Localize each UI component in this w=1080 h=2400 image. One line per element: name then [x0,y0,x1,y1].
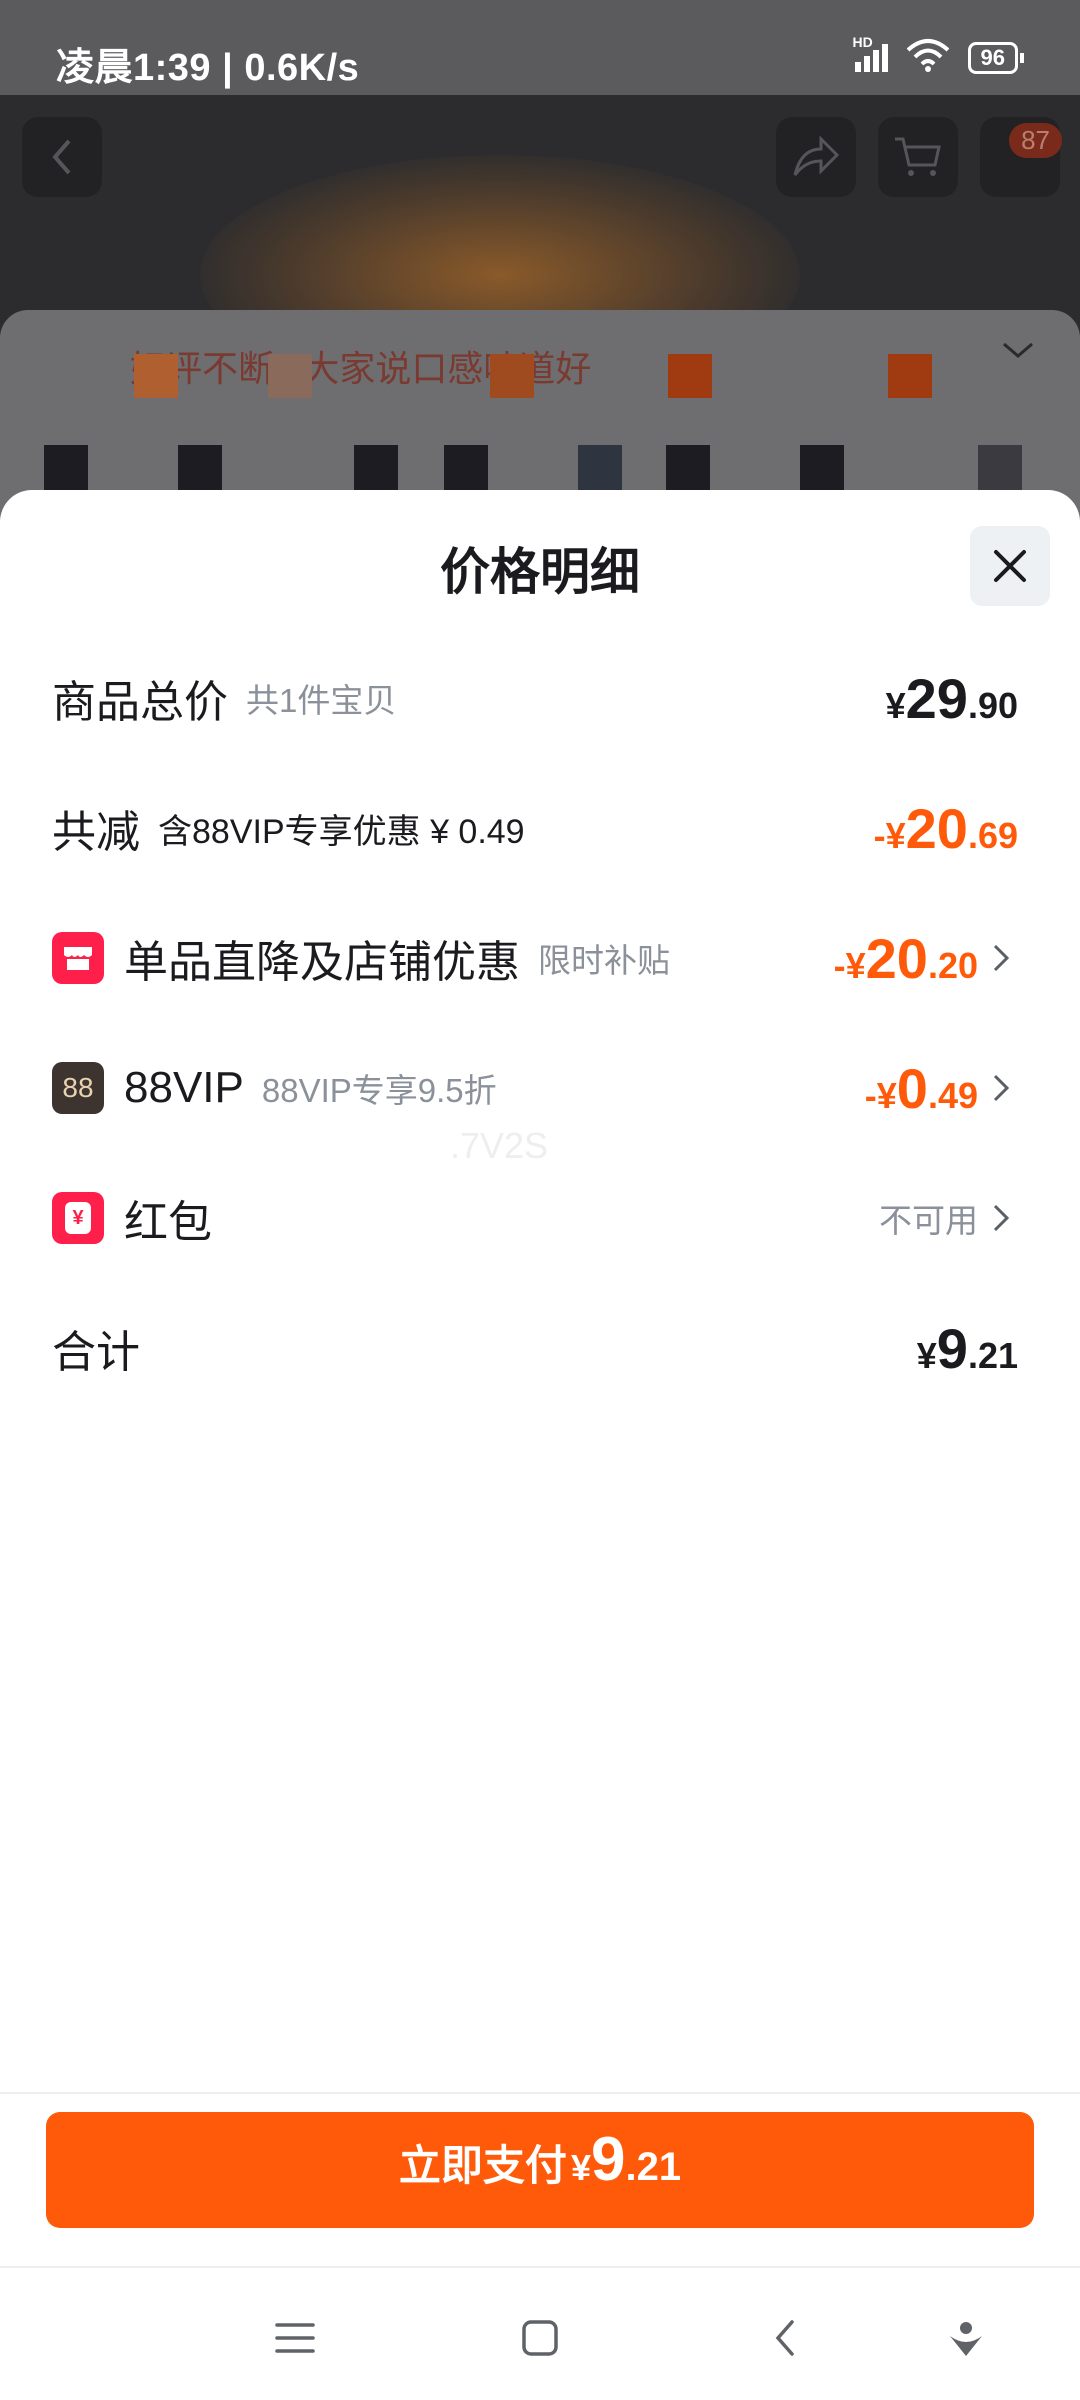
review-chip [668,354,712,398]
row-label: 商品总价 [52,678,228,727]
row-total-price: 商品总价 共1件宝贝 ¥ 29 .90 [52,658,1018,738]
pay-currency: ¥ [570,2147,591,2188]
system-nav-bar [0,2268,1080,2400]
review-swatch [578,445,622,495]
amount-dec: .90 [967,684,1018,726]
amount-currency: ¥ [885,684,906,726]
sheet-title: 价格明细 [440,544,640,600]
chevron-down-icon [1000,340,1036,365]
divider [0,2092,1080,2094]
chevron-right-icon [992,938,1018,978]
amount-currency: ¥ [916,1334,937,1376]
amount-currency: -¥ [864,1074,897,1116]
watermark-text: .7V2S [450,1125,549,1166]
store-discount-amount: -¥ 20 .20 [834,926,978,991]
back-icon[interactable] [755,2308,815,2368]
amount-currency: -¥ [873,814,906,856]
red-packet-icon: ¥ [52,1192,104,1244]
cart-badge: 87 [1009,123,1062,158]
network-label: HD [852,33,873,50]
pay-button-label: 立即支付 [398,2142,567,2189]
row-label: 红包 [124,1198,212,1247]
review-chip [268,354,312,398]
amount-int: 0 [896,1056,928,1120]
status-separator: | [222,47,245,89]
amount-int: 29 [905,666,968,730]
row-sub: 88VIP专享9.5折 [261,1072,497,1109]
pay-now-button[interactable]: 立即支付 ¥ 9 .21 [46,2112,1034,2228]
close-icon [994,550,1026,582]
review-swatch [666,445,710,495]
review-swatch [44,445,88,495]
close-button[interactable] [970,526,1050,606]
amount-int: 9 [936,1316,968,1380]
home-icon[interactable] [510,2308,570,2368]
status-clock: 凌晨1:39 [56,47,212,89]
row-label: 单品直降及店铺优惠 [124,938,520,987]
total-price-amount: ¥ 29 .90 [886,666,1018,731]
vip-icon: 88 [52,1062,104,1114]
row-red-packet[interactable]: ¥ 红包 不可用 [52,1178,1018,1258]
background-app: 凌晨1:39 | 0.6K/s HD 96 87 好评不断 | 大家说口感味道好 [0,0,1080,520]
red-packet-icon-text: ¥ [72,1206,84,1229]
review-swatch [354,445,398,495]
battery-icon: 96 [967,41,1024,74]
row-sub: 含88VIP专享优惠 ¥ 0.49 [158,812,525,851]
red-packet-status: 不可用 [879,1202,978,1239]
review-chip [134,354,178,398]
back-icon [22,117,102,197]
amount-int: 20 [905,796,968,860]
review-card-dimmed: 好评不断 | 大家说口感味道好 [0,310,1080,520]
amount-dec: .49 [927,1074,978,1116]
review-swatch [178,445,222,495]
row-total-discount: 共减 含88VIP专享优惠 ¥ 0.49 -¥ 20 .69 [52,788,1018,868]
review-chip [490,354,534,398]
chevron-right-icon [992,1198,1018,1238]
amount-dec: .69 [967,814,1018,856]
grand-total-amount: ¥ 9 .21 [917,1316,1018,1381]
review-swatch [444,445,488,495]
row-grand-total: 合计 ¥ 9 .21 [52,1308,1018,1388]
row-label: 合计 [52,1328,140,1377]
total-discount-amount: -¥ 20 .69 [874,796,1018,861]
status-time: 凌晨1:39 | 0.6K/s [56,36,359,91]
amount-dec: .21 [967,1334,1018,1376]
store-icon [52,932,104,984]
cart-icon [878,117,958,197]
status-bar: 凌晨1:39 | 0.6K/s HD 96 [0,0,1080,95]
battery-level: 96 [967,41,1018,74]
vip-icon-text: 88 [62,1072,94,1103]
row-store-discount[interactable]: 单品直降及店铺优惠 限时补贴 -¥ 20 .20 [52,918,1018,998]
amount-currency: -¥ [833,944,866,986]
status-speed: 0.6K/s [244,47,360,89]
review-chip [888,354,932,398]
row-sub: 限时补贴 [538,942,670,979]
amount-dec: .20 [927,944,978,986]
signal-icon: HD [853,34,888,72]
review-swatch [978,445,1022,495]
share-icon [776,117,856,197]
pay-amount-int: 9 [590,2125,626,2194]
row-sub: 共1件宝贝 [246,682,397,719]
chevron-right-icon [992,1068,1018,1108]
amount-int: 20 [865,926,928,990]
status-icons: HD 96 [853,34,1024,77]
row-88vip[interactable]: 88 88VIP 88VIP专享9.5折 -¥ 0 .49 [52,1048,1018,1128]
review-swatch [800,445,844,495]
row-label: 88VIP [124,1063,244,1112]
row-label: 共减 [52,808,140,857]
assistant-icon[interactable] [936,2308,996,2368]
wifi-icon [906,38,950,77]
pay-amount-dec: .21 [625,2145,682,2189]
menu-icon[interactable] [265,2308,325,2368]
vip-discount-amount: -¥ 0 .49 [865,1056,978,1121]
